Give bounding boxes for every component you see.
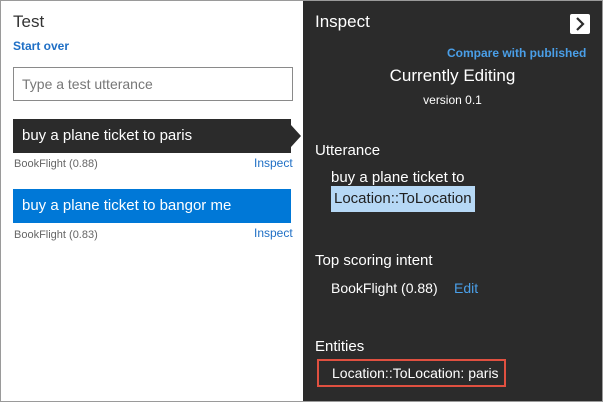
entity-value-callout: Location::ToLocation: paris: [317, 359, 506, 387]
test-panel-title: Test: [13, 12, 45, 31]
edit-intent-link[interactable]: Edit: [454, 280, 478, 296]
inspect-link[interactable]: Inspect: [254, 226, 293, 240]
utterance-intent-label: BookFlight (0.88): [14, 158, 98, 170]
compare-with-published-link[interactable]: Compare with published: [447, 46, 586, 60]
selected-pointer-arrow: [291, 125, 301, 147]
test-utterance-input[interactable]: [13, 67, 293, 101]
top-scoring-intent-heading: Top scoring intent: [315, 252, 433, 269]
entity-label-highlight[interactable]: Location::ToLocation: [331, 186, 475, 212]
utterance-item[interactable]: buy a plane ticket to bangor me: [13, 189, 291, 223]
inspect-link[interactable]: Inspect: [254, 156, 293, 170]
utterance-text: buy a plane ticket to: [331, 169, 465, 186]
currently-editing-heading: Currently Editing: [389, 66, 516, 85]
utterance-intent-label: BookFlight (0.83): [14, 229, 98, 241]
inspect-panel: Inspect Compare with published Currently…: [303, 1, 602, 401]
test-panel: Test Start over buy a plane ticket to pa…: [1, 1, 303, 401]
entities-heading: Entities: [315, 338, 365, 355]
utterance-heading: Utterance: [315, 142, 381, 159]
version-label: version 0.1: [423, 93, 482, 107]
collapse-panel-button[interactable]: [570, 14, 590, 34]
top-intent-value: BookFlight (0.88): [331, 280, 438, 296]
chevron-right-icon: [576, 17, 585, 31]
inspect-panel-title: Inspect: [315, 12, 370, 31]
luis-test-inspect-window: Test Start over buy a plane ticket to pa…: [0, 0, 603, 402]
start-over-link[interactable]: Start over: [13, 39, 69, 53]
utterance-item-selected[interactable]: buy a plane ticket to paris: [13, 119, 291, 153]
